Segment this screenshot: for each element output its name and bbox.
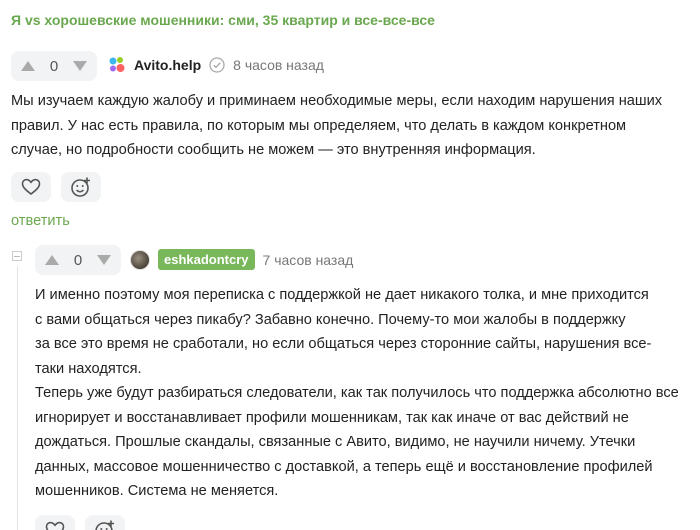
comment-line: таки находятся. — [35, 360, 142, 377]
comment-line: с вами общаться через пикабу? Забавно ко… — [35, 311, 626, 328]
comment-line: правил. У нас есть правила, по которым м… — [11, 117, 627, 134]
heart-icon — [21, 178, 41, 196]
post-title[interactable]: Я vs хорошевские мошенники: сми, 35 квар… — [11, 12, 435, 28]
comment-time[interactable]: 7 часов назад — [263, 252, 354, 268]
comment-body: Мы изучаем каждую жалобу и приминаем нео… — [11, 89, 662, 163]
comment-line: Мы изучаем каждую жалобу и приминаем нео… — [11, 93, 663, 109]
upvote-icon[interactable] — [43, 251, 61, 269]
downvote-icon[interactable] — [95, 251, 113, 269]
rating-count: 0 — [73, 251, 83, 269]
smile-plus-icon — [95, 520, 114, 530]
comment-author[interactable]: Avito.help — [134, 57, 201, 73]
comment-line: дождаться. Прошлые скандалы, связанные с… — [35, 434, 636, 450]
comment-line: Теперь уже будут разбираться следователи… — [35, 385, 679, 401]
collapse-thread-button[interactable] — [12, 251, 22, 261]
minus-icon — [14, 255, 20, 257]
avatar[interactable] — [130, 249, 150, 270]
smile-plus-icon — [71, 177, 90, 197]
comment-line: И именно поэтому моя переписка с поддерж… — [35, 287, 649, 303]
avito-logo-icon — [108, 56, 126, 74]
reaction-button[interactable] — [61, 172, 101, 202]
comment-line: случае, но подробности сообщить не можем… — [11, 142, 536, 158]
comment-body: И именно поэтому моя переписка с поддерж… — [35, 283, 679, 504]
comment-line: данных, массовое мошенничество с доставк… — [35, 458, 653, 475]
comment-rating: 0 — [35, 245, 121, 275]
reaction-button[interactable] — [85, 515, 125, 530]
comment-time[interactable]: 8 часов назад — [233, 57, 324, 73]
like-button[interactable] — [35, 515, 75, 530]
downvote-icon[interactable] — [71, 57, 89, 75]
reply-link[interactable]: ответить — [11, 213, 70, 229]
upvote-icon[interactable] — [19, 57, 37, 75]
verified-icon — [209, 57, 225, 73]
comment-line: игнорирует и восстанавливает профили мош… — [35, 409, 629, 426]
thread-line[interactable] — [17, 266, 18, 530]
comment-author[interactable]: eshkadontcry — [158, 249, 255, 270]
comment-meta: Avito.help 8 часов назад — [108, 56, 324, 74]
post-title-link[interactable]: Я vs хорошевские мошенники: сми, 35 квар… — [11, 12, 435, 28]
like-button[interactable] — [11, 172, 51, 202]
rating-count: 0 — [49, 57, 59, 75]
comment-line: за все это время не сработали, но если о… — [35, 336, 652, 352]
comment-rating: 0 — [11, 51, 97, 81]
comment-line: мошенников. Система не меняется. — [35, 483, 279, 499]
heart-icon — [45, 521, 65, 530]
comment-meta: eshkadontcry 7 часов назад — [130, 249, 353, 270]
